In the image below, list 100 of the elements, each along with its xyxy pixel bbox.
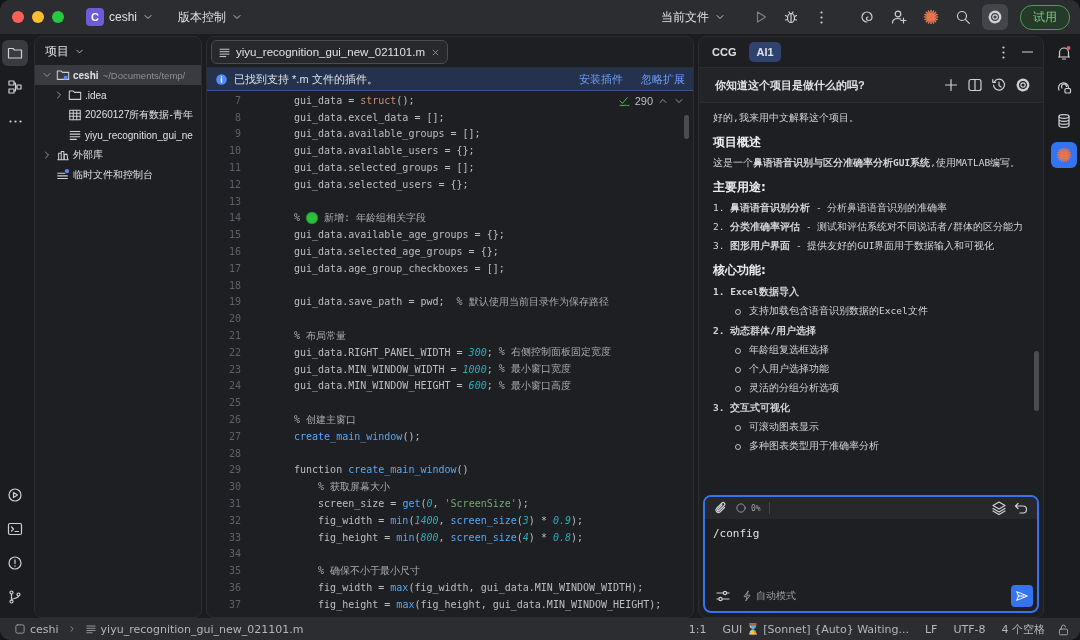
notification-link[interactable]: 安装插件	[579, 71, 623, 87]
tree-item[interactable]: .idea	[35, 85, 201, 105]
line-number: 11	[227, 162, 242, 174]
library-icon	[56, 148, 70, 162]
sunburst-tool-button[interactable]	[1051, 142, 1077, 168]
line-number: 15	[227, 229, 242, 241]
indent-setting[interactable]: 4 个空格	[997, 621, 1049, 637]
chat-tab[interactable]: AI1	[749, 42, 781, 62]
lock-icon[interactable]	[1057, 622, 1070, 636]
sunburst-icon	[923, 9, 939, 25]
text-file-icon	[68, 128, 82, 142]
run-config-menu[interactable]: 当前文件	[655, 5, 732, 29]
breadcrumb-file[interactable]: yiyu_recognition_gui_new_021101.m	[80, 622, 308, 636]
code-line: gui_data.available_groups = [];	[294, 128, 481, 140]
code-line: gui_data.excel_data = [];	[294, 111, 445, 123]
branch-icon	[7, 589, 23, 605]
tree-item[interactable]: 临时文件和控制台	[35, 165, 201, 185]
chat-heading: 核心功能:	[713, 262, 767, 279]
breadcrumb-project[interactable]: ceshi	[10, 622, 63, 636]
terminal-icon	[7, 521, 23, 537]
minimize-icon	[1021, 51, 1033, 53]
line-number: 31	[227, 498, 242, 509]
message-input-field[interactable]: 0% /config 自动模式	[703, 495, 1039, 613]
code-line: gui_data.available_age_groups = {};	[294, 229, 505, 241]
ai-status[interactable]: GUI ⌛ [Sonnet] {Auto} Waiting...	[718, 622, 913, 636]
vcs-menu[interactable]: 版本控制	[172, 5, 249, 29]
code-line: gui_data.save_path = pwd; % 默认使用当前目录作为保存路径	[294, 294, 609, 309]
module-icon	[14, 623, 26, 635]
line-number: 10	[227, 145, 242, 157]
line-ending[interactable]: LF	[920, 622, 942, 636]
code-line: fig_width = max(fig_width, gui_data.MIN_WINDOW_WIDTH);	[317, 582, 644, 593]
check-icon	[617, 94, 631, 107]
line-number: 21	[227, 330, 242, 342]
tree-item[interactable]: ceshi ~/Documents/temp/	[35, 65, 201, 85]
mode-selector[interactable]: 自动模式	[741, 589, 796, 603]
window-control-icon[interactable]	[12, 11, 24, 23]
line-number: 14	[227, 212, 242, 224]
list-item: 2. 分类准确率评估 - 测试和评估系统对不同说话者/群体的区分能力	[713, 221, 1025, 234]
file-encoding[interactable]: UTF-8	[949, 622, 990, 636]
line-number: 26	[227, 414, 242, 426]
folder-icon	[7, 45, 23, 61]
file-tab[interactable]: yiyu_recognition_gui_new_021101.m	[211, 40, 449, 64]
folder-icon	[68, 88, 82, 102]
info-icon	[215, 72, 228, 86]
scrollbar-thumb[interactable]	[684, 115, 689, 139]
line-number: 18	[227, 279, 242, 291]
context-ring-icon	[735, 502, 747, 514]
list-icon	[56, 168, 70, 182]
add-user-icon	[891, 9, 907, 25]
code-line: % 创建主窗口	[294, 412, 357, 427]
chat-paragraph: 好的,我来用中文解释这个项目。	[713, 112, 860, 125]
code-line: % 获取屏幕大小	[317, 479, 391, 494]
settings-button[interactable]	[982, 4, 1008, 30]
line-number: 24	[227, 380, 242, 392]
window-control-icon[interactable]	[32, 11, 44, 23]
text-file-icon	[84, 623, 97, 635]
list-item: 3. 图形用户界面 - 提供友好的GUI界面用于数据输入和可视化	[713, 240, 996, 253]
project-tool-button[interactable]	[2, 40, 28, 66]
line-number: 37	[227, 598, 242, 610]
notification-link[interactable]: 忽略扩展	[641, 71, 685, 87]
code-line: % 确保不小于最小尺寸	[317, 563, 421, 578]
more-icon	[8, 119, 22, 123]
table-icon	[68, 108, 82, 122]
code-text: %	[294, 212, 301, 224]
more-icon	[819, 10, 823, 24]
project-view-menu[interactable]: 项目	[45, 42, 85, 60]
code-line: gui_data.selected_groups = [];	[294, 162, 475, 174]
cursor-position[interactable]: 1:1	[684, 622, 711, 636]
line-number: 13	[227, 195, 242, 207]
line-number: 23	[227, 363, 242, 375]
code-line: screen_size = get(0, 'ScreenSize');	[317, 498, 529, 509]
run-icon	[7, 487, 23, 503]
window-control-icon[interactable]	[52, 11, 64, 23]
trial-button[interactable]: 试用	[1020, 4, 1070, 30]
code-line: gui_data.available_users = {};	[294, 145, 475, 157]
chat-tab[interactable]: CCG	[705, 42, 744, 62]
list-heading: 3. 交互式可视化	[713, 402, 792, 415]
split-view-icon	[967, 77, 983, 93]
send-button[interactable]	[1011, 585, 1033, 607]
code-line: fig_height = max(fig_height, gui_data.MIN_WINDOW_HEIGHT);	[317, 598, 662, 610]
tab-label[interactable]: yiyu_recognition_gui_new_021101.m	[236, 46, 426, 58]
scrollbar-thumb[interactable]	[1034, 351, 1039, 411]
layers-icon	[991, 500, 1007, 516]
tree-item[interactable]: 20260127所有数据-青年	[35, 105, 201, 125]
line-number: 32	[227, 514, 242, 526]
line-number: 28	[227, 447, 242, 459]
chat-heading: 主要用途:	[713, 179, 767, 196]
tree-item[interactable]: 外部库	[35, 145, 201, 165]
structure-icon	[7, 79, 23, 95]
project-switcher[interactable]: C ceshi	[80, 5, 160, 29]
code-line: gui_data.selected_users = {};	[294, 178, 469, 190]
chat-paragraph: 这是一个鼻语语音识别与区分准确率分析GUI系统,使用MATLAB编写。	[713, 157, 1022, 170]
line-number: 16	[227, 246, 242, 258]
list-heading: 1. Excel数据导入	[713, 286, 800, 299]
line-number: 34	[227, 548, 242, 560]
list-item: 多种图表类型用于准确率分析	[749, 440, 879, 453]
tree-item[interactable]: yiyu_recognition_gui_ne	[35, 125, 201, 145]
code-line: gui_data.age_group_checkboxes = [];	[294, 262, 505, 274]
more-icon	[1001, 45, 1005, 59]
bell-icon	[1056, 45, 1072, 61]
